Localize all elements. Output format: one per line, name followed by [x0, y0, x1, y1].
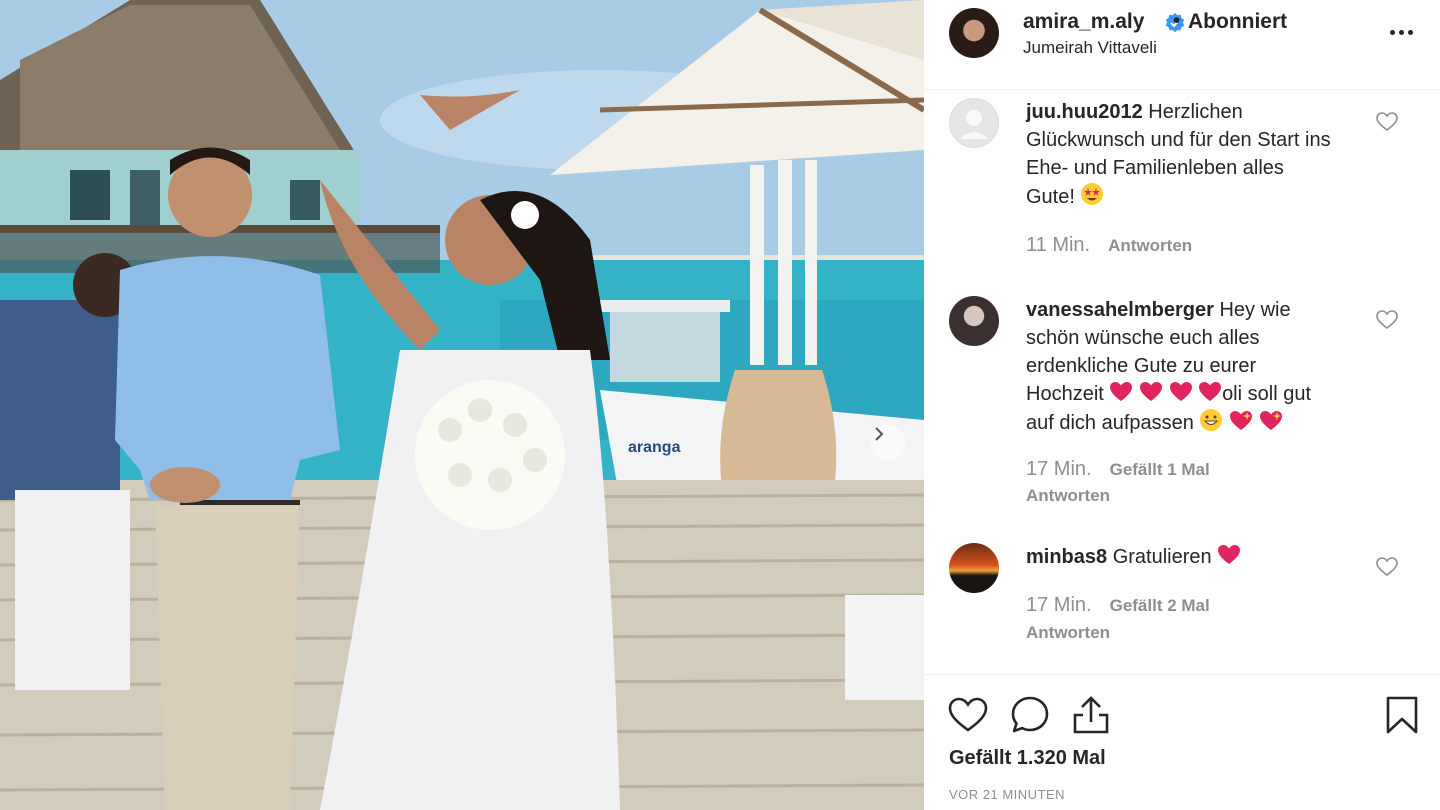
comment-meta: 17 Min. Gefällt 1 Mal — [1026, 458, 1210, 481]
comment-time[interactable]: 17 Min. — [1026, 594, 1092, 616]
default-avatar-icon — [960, 110, 988, 139]
follow-status-button[interactable]: Abonniert — [1188, 10, 1287, 34]
chevron-right-icon — [875, 427, 884, 441]
avatar[interactable] — [949, 296, 999, 346]
red-heart-emoji-icon — [1169, 382, 1192, 401]
post-photo[interactable]: aranga — [0, 0, 924, 810]
post-timestamp[interactable]: VOR 21 MINUTEN — [949, 787, 1065, 802]
avatar[interactable] — [949, 98, 999, 148]
heart-icon — [948, 697, 988, 732]
red-heart-emoji-icon — [1199, 382, 1222, 401]
comment-username[interactable]: vanessahelmberger — [1026, 299, 1214, 321]
comment-username[interactable]: juu.huu2012 — [1026, 101, 1143, 123]
red-heart-emoji-icon — [1218, 545, 1241, 564]
dot-icon — [1390, 29, 1395, 35]
comment-icon — [1011, 696, 1049, 733]
comment-username[interactable]: minbas8 — [1026, 546, 1107, 568]
comment-text: vanessahelmberger Hey wie schön wünsche … — [1026, 299, 1311, 434]
avatar[interactable] — [949, 543, 999, 593]
like-comment-heart-icon[interactable] — [1376, 112, 1398, 132]
comment-time[interactable]: 17 Min. — [1026, 458, 1092, 480]
grinning-emoji-icon — [1200, 409, 1223, 431]
red-heart-emoji-icon — [1139, 382, 1162, 401]
like-button[interactable] — [946, 693, 990, 737]
separator-dot: • — [1173, 9, 1181, 32]
sparkling-heart-emoji-icon — [1259, 411, 1282, 430]
comment-meta: 11 Min. Antworten — [1026, 234, 1192, 257]
comment-button[interactable] — [1008, 693, 1052, 737]
post-sidebar: amira_m.aly • Abonniert Jumeirah Vittave… — [924, 0, 1440, 810]
like-comment-heart-icon[interactable] — [1376, 310, 1398, 330]
post-username[interactable]: amira_m.aly — [1023, 10, 1144, 34]
reply-button[interactable]: Antworten — [1108, 236, 1192, 255]
bookmark-icon — [1386, 696, 1418, 734]
star-struck-emoji-icon — [1081, 183, 1104, 205]
next-photo-button[interactable] — [870, 425, 906, 461]
like-comment-heart-icon[interactable] — [1376, 557, 1398, 577]
reply-button[interactable]: Antworten — [1026, 486, 1110, 506]
sparkling-heart-emoji-icon — [1230, 411, 1253, 430]
comment-text: juu.huu2012 Herzlichen Glückwunsch und f… — [1026, 101, 1331, 208]
dot-icon — [1399, 29, 1404, 35]
comment-text: minbas8 Gratulieren — [1026, 543, 1376, 571]
comment-likes[interactable]: Gefällt 1 Mal — [1110, 460, 1210, 479]
share-icon — [1073, 696, 1109, 734]
dot-icon — [1408, 29, 1413, 35]
post-header: amira_m.aly • Abonniert Jumeirah Vittave… — [924, 0, 1440, 90]
red-heart-emoji-icon — [1110, 382, 1133, 401]
comment-meta: 17 Min. Gefällt 2 Mal — [1026, 594, 1210, 617]
post-actions: Gefällt 1.320 Mal VOR 21 MINUTEN — [924, 674, 1440, 810]
more-options-button[interactable] — [1390, 22, 1420, 42]
save-button[interactable] — [1380, 693, 1424, 737]
share-button[interactable] — [1069, 693, 1113, 737]
location-link[interactable]: Jumeirah Vittaveli — [1023, 38, 1157, 58]
comment-likes[interactable]: Gefällt 2 Mal — [1110, 596, 1210, 615]
comment-time[interactable]: 11 Min. — [1026, 234, 1090, 256]
like-count[interactable]: Gefällt 1.320 Mal — [949, 747, 1106, 770]
reply-button[interactable]: Antworten — [1026, 623, 1110, 643]
wedding-photo-illustration: aranga — [0, 0, 924, 810]
avatar[interactable] — [949, 8, 999, 58]
boat-name: aranga — [628, 439, 681, 456]
